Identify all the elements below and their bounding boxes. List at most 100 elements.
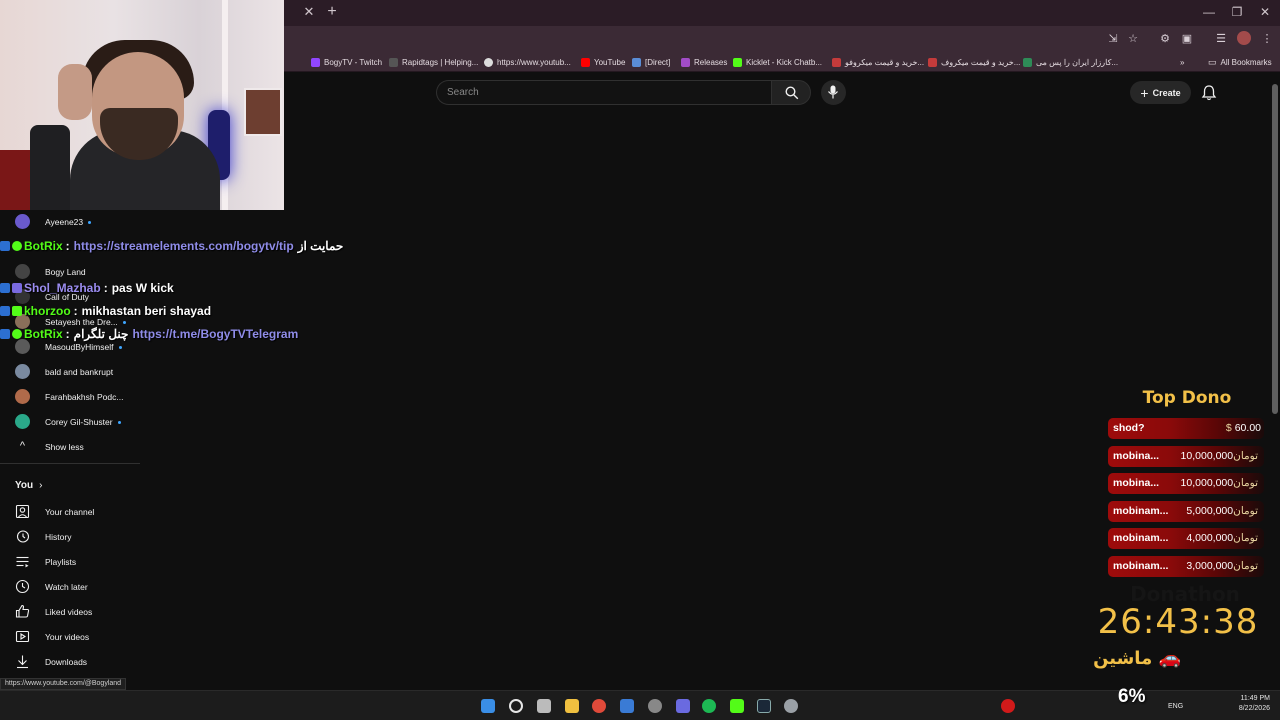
settings-icon[interactable] bbox=[784, 699, 798, 713]
reading-list-icon[interactable]: ☰ bbox=[1214, 32, 1228, 46]
donor-name: shod? bbox=[1113, 422, 1145, 434]
donor-name: mobina... bbox=[1113, 477, 1160, 489]
bookmark-item[interactable]: Kicklet - Kick Chatb... bbox=[733, 55, 822, 69]
kick-icon[interactable] bbox=[730, 699, 744, 713]
donor-name: mobinam... bbox=[1113, 560, 1169, 572]
webcam-overlay bbox=[0, 0, 284, 210]
close-window-icon[interactable]: ✕ bbox=[1256, 4, 1274, 20]
sidebar-item-liked-videos[interactable]: Liked videos bbox=[0, 599, 140, 624]
page-scrollbar[interactable] bbox=[1272, 84, 1278, 414]
bookmark-item[interactable]: YouTube bbox=[581, 55, 625, 69]
create-button[interactable]: + Create bbox=[1130, 81, 1191, 104]
dono-row: mobinam... تومان3,000,000 bbox=[1108, 556, 1264, 577]
minimize-window-icon[interactable]: — bbox=[1200, 4, 1218, 20]
bookmark-label: خرید و قیمت میکروف... bbox=[941, 57, 1021, 67]
bookmark-label: Rapidtags | Helping... bbox=[402, 57, 479, 67]
all-bookmarks-button[interactable]: ▭ All Bookmarks bbox=[1208, 55, 1272, 69]
maximize-window-icon[interactable]: ❐ bbox=[1228, 4, 1246, 20]
bookmark-item[interactable]: BogyTV - Twitch bbox=[311, 55, 382, 69]
bookmark-item[interactable]: [Direct] bbox=[632, 55, 670, 69]
sidebar-item-downloads[interactable]: Downloads bbox=[0, 649, 140, 674]
bookmark-item[interactable]: https://www.youtub... bbox=[484, 55, 571, 69]
app-icon[interactable] bbox=[648, 699, 662, 713]
sidebar-item-playlists[interactable]: Playlists bbox=[0, 549, 140, 574]
timer-caption: ماشین 🚗 bbox=[1093, 648, 1181, 669]
profile-avatar[interactable] bbox=[1237, 31, 1251, 45]
dono-row: mobina... تومان10,000,000 bbox=[1108, 446, 1264, 467]
task-view-icon[interactable] bbox=[537, 699, 551, 713]
chat-text: pas W kick bbox=[111, 281, 174, 295]
search-button[interactable] bbox=[771, 80, 811, 105]
section-title: You bbox=[15, 480, 34, 491]
chat-username: Shol_Mazhab bbox=[24, 281, 101, 295]
sidebar-item-label: bald and bankrupt bbox=[45, 366, 114, 377]
language-indicator[interactable]: ENG bbox=[1168, 703, 1183, 710]
sidebar-item-your-videos[interactable]: Your videos bbox=[0, 624, 140, 649]
donation-amount: تومان4,000,000 bbox=[1186, 532, 1258, 544]
extensions-puzzle-icon[interactable]: ▣ bbox=[1180, 32, 1194, 46]
bookmark-star-icon[interactable]: ☆ bbox=[1126, 32, 1140, 46]
show-less-button[interactable]: ^ Show less bbox=[0, 434, 140, 459]
chat-username: khorzoo bbox=[24, 304, 71, 318]
sidebar-item-subscription[interactable]: bald and bankrupt bbox=[0, 359, 140, 384]
sidebar-item-your-channel[interactable]: Your channel bbox=[0, 499, 140, 524]
bookmark-item[interactable]: خرید و قیمت میکروفو... bbox=[832, 55, 924, 69]
browser-menu-icon[interactable]: ⋮ bbox=[1260, 32, 1274, 46]
sidebar-section-you[interactable]: You › bbox=[15, 480, 43, 491]
bookmark-item[interactable]: کارزار ایران را پس می... bbox=[1023, 55, 1118, 69]
sidebar-item-label: Bogy Land bbox=[45, 266, 86, 277]
discord-icon[interactable] bbox=[676, 699, 690, 713]
sidebar-item-watch-later[interactable]: Watch later bbox=[0, 574, 140, 599]
dono-row: mobinam... تومان4,000,000 bbox=[1108, 528, 1264, 549]
new-tab-icon[interactable]: + bbox=[324, 3, 340, 21]
chat-username: BotRix bbox=[24, 327, 63, 341]
sidebar-item-subscription[interactable]: Ayeene23 bbox=[0, 209, 140, 234]
create-label: Create bbox=[1152, 87, 1181, 98]
bookmark-label: https://www.youtub... bbox=[497, 57, 571, 67]
chrome-icon[interactable] bbox=[592, 699, 606, 713]
notifications-button[interactable] bbox=[1200, 84, 1218, 102]
channel-avatar bbox=[15, 414, 30, 429]
all-bookmarks-label: All Bookmarks bbox=[1220, 57, 1272, 67]
thumb-up-icon bbox=[15, 604, 30, 618]
extension-icon[interactable]: ⚙ bbox=[1158, 32, 1172, 46]
more-bookmarks-icon[interactable]: » bbox=[1180, 55, 1184, 69]
sidebar-item-history[interactable]: History bbox=[0, 524, 140, 549]
start-menu-icon[interactable] bbox=[481, 699, 495, 713]
sidebar-item-label: Farahbakhsh Podc... bbox=[45, 391, 124, 402]
sidebar-item-label: Downloads bbox=[45, 656, 88, 667]
bookmark-favicon-icon bbox=[389, 57, 398, 67]
chat-link[interactable]: https://streamelements.com/bogytv/tip bbox=[74, 239, 294, 253]
install-app-icon[interactable]: ⇲ bbox=[1106, 32, 1120, 46]
bookmark-item[interactable]: خرید و قیمت میکروف... bbox=[928, 55, 1020, 69]
app-icon[interactable] bbox=[620, 699, 634, 713]
recording-indicator-icon bbox=[1001, 699, 1015, 713]
file-explorer-icon[interactable] bbox=[565, 699, 579, 713]
voice-search-button[interactable] bbox=[821, 80, 846, 105]
spotify-icon[interactable] bbox=[702, 699, 716, 713]
bookmark-favicon-icon bbox=[681, 57, 690, 67]
sidebar-item-label: MasoudByHimself bbox=[45, 342, 122, 352]
bookmark-favicon-icon bbox=[733, 57, 742, 67]
chat-username: BotRix bbox=[24, 239, 63, 253]
bell-icon bbox=[1201, 85, 1217, 101]
bookmark-favicon-icon bbox=[484, 57, 493, 67]
sidebar-item-subscription[interactable]: Farahbakhsh Podc... bbox=[0, 384, 140, 409]
bookmark-item[interactable]: Rapidtags | Helping... bbox=[389, 55, 478, 69]
live-indicator-icon bbox=[122, 320, 126, 324]
mod-badge-icon bbox=[0, 306, 10, 316]
top-dono-title: Top Dono bbox=[1142, 388, 1232, 408]
close-tab-icon[interactable]: ✕ bbox=[302, 5, 316, 19]
sidebar-item-subscription[interactable]: Corey Gil-Shuster bbox=[0, 409, 140, 434]
bookmark-favicon-icon bbox=[1023, 57, 1032, 67]
search-input[interactable] bbox=[437, 81, 772, 104]
clock-time: 11:49 PM bbox=[1240, 695, 1270, 702]
search-taskbar-icon[interactable] bbox=[509, 699, 523, 713]
bot-badge-icon bbox=[12, 241, 22, 251]
steam-icon[interactable] bbox=[757, 699, 771, 713]
bookmark-favicon-icon bbox=[928, 57, 937, 67]
bookmark-item[interactable]: Releases bbox=[681, 55, 727, 69]
chat-link[interactable]: https://t.me/BogyTVTelegram bbox=[132, 327, 298, 341]
chat-message: BotRix : چنل تلگرام https://t.me/BogyTVT… bbox=[0, 326, 298, 342]
person-box-icon bbox=[15, 504, 30, 519]
